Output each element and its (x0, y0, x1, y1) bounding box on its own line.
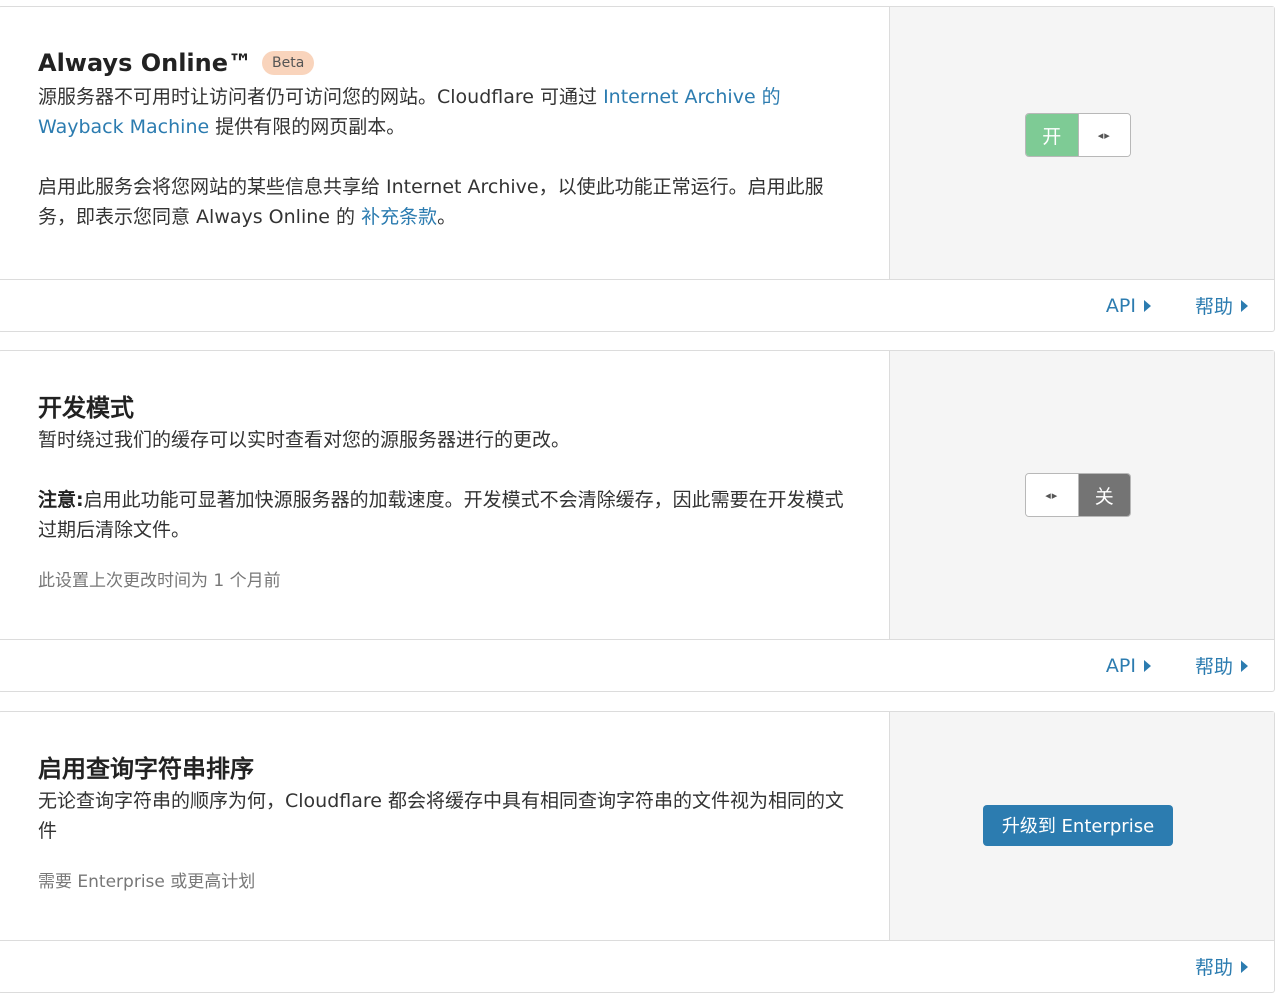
caret-right-icon (1241, 299, 1248, 312)
caret-right-icon (1143, 299, 1151, 312)
query-string-sort-control: 升级到 Enterprise (890, 712, 1274, 940)
development-mode-note: 注意:启用此功能可显著加快源服务器的加载速度。开发模式不会清除缓存，因此需要在开… (38, 485, 848, 545)
toggle-knob-icon: ◂▸ (1077, 114, 1130, 156)
api-link[interactable]: API (1106, 655, 1151, 677)
help-link[interactable]: 帮助 (1195, 292, 1248, 319)
development-mode-card: 开发模式 暂时绕过我们的缓存可以实时查看对您的源服务器进行的更改。 注意:启用此… (0, 350, 1275, 692)
help-link-label: 帮助 (1194, 957, 1233, 979)
query-string-sort-body: 启用查询字符串排序 无论查询字符串的顺序为何，Cloudflare 都会将缓存中… (0, 712, 890, 940)
toggle-knob-icon: ◂▸ (1026, 474, 1079, 516)
caret-right-icon (1241, 960, 1248, 973)
always-online-body: Always Online™ Beta 源服务器不可用时让访问者仍可访问您的网站… (0, 7, 890, 279)
plan-requirement-text: 需要 Enterprise 或更高计划 (38, 872, 256, 892)
always-online-control: 开 ◂▸ (890, 7, 1274, 279)
toggle-on-label: 开 (1026, 114, 1078, 156)
development-mode-description: 暂时绕过我们的缓存可以实时查看对您的源服务器进行的更改。 (38, 429, 571, 451)
development-mode-title: 开发模式 (38, 394, 134, 422)
last-changed-text: 此设置上次更改时间为 1 个月前 (38, 571, 281, 591)
beta-badge: Beta (262, 51, 315, 75)
always-online-card: Always Online™ Beta 源服务器不可用时让访问者仍可访问您的网站… (0, 6, 1275, 332)
api-link-label: API (1105, 654, 1136, 677)
query-string-sort-description: 无论查询字符串的顺序为何，Cloudflare 都会将缓存中具有相同查询字符串的… (38, 790, 845, 842)
always-online-desc-text: 源服务器不可用时让访问者仍可访问您的网站。Cloudflare 可通过 (38, 86, 604, 108)
query-string-sort-footer: 帮助 (0, 941, 1274, 992)
query-string-sort-card: 启用查询字符串排序 无论查询字符串的顺序为何，Cloudflare 都会将缓存中… (0, 711, 1275, 993)
always-online-desc-after: 提供有限的网页副本。 (209, 116, 406, 138)
always-online-description: 源服务器不可用时让访问者仍可访问您的网站。Cloudflare 可通过 Inte… (38, 82, 838, 142)
help-link-label: 帮助 (1194, 656, 1233, 678)
always-online-title: Always Online™ Beta (38, 48, 889, 78)
help-link-label: 帮助 (1194, 296, 1233, 318)
supplemental-terms-link[interactable]: 补充条款 (361, 206, 437, 228)
query-string-sort-title: 启用查询字符串排序 (38, 755, 254, 783)
always-online-terms: 启用此服务会将您网站的某些信息共享给 Internet Archive，以使此功… (38, 172, 848, 232)
help-link[interactable]: 帮助 (1195, 652, 1248, 679)
always-online-title-text: Always Online™ (38, 49, 253, 77)
note-label: 注意: (38, 489, 84, 511)
caret-right-icon (1241, 659, 1248, 672)
caret-right-icon (1143, 659, 1151, 672)
api-link-label: API (1105, 294, 1136, 317)
note-text: 启用此功能可显著加快源服务器的加载速度。开发模式不会清除缓存，因此需要在开发模式… (38, 489, 844, 541)
toggle-off-label: 关 (1078, 474, 1130, 516)
development-mode-toggle[interactable]: ◂▸ 关 (1025, 473, 1131, 517)
always-online-toggle[interactable]: 开 ◂▸ (1025, 113, 1131, 157)
development-mode-body: 开发模式 暂时绕过我们的缓存可以实时查看对您的源服务器进行的更改。 注意:启用此… (0, 351, 890, 639)
development-mode-footer: API 帮助 (0, 640, 1274, 691)
api-link[interactable]: API (1106, 295, 1151, 317)
upgrade-to-enterprise-button[interactable]: 升级到 Enterprise (982, 804, 1174, 846)
always-online-terms-after: 。 (437, 206, 457, 228)
help-link[interactable]: 帮助 (1195, 953, 1248, 980)
development-mode-control: ◂▸ 关 (890, 351, 1274, 639)
always-online-footer: API 帮助 (0, 280, 1274, 331)
